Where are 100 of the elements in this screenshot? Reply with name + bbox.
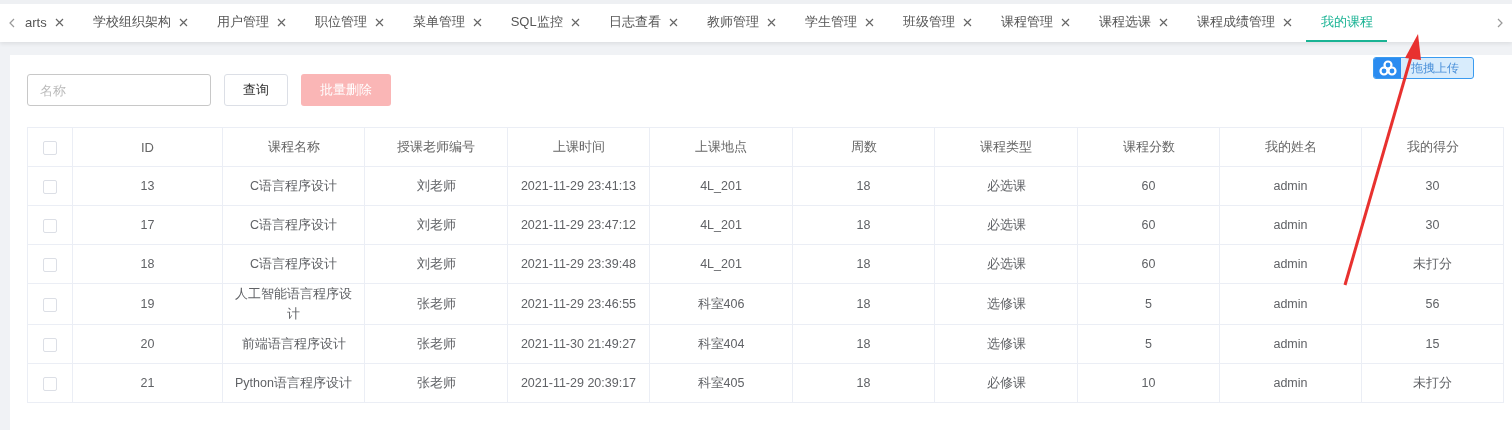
tab[interactable]: 班级管理 (887, 4, 986, 42)
table-cell: 60 (1077, 244, 1220, 284)
table-cell: 2021-11-29 23:46:55 (507, 283, 650, 325)
column-header: 课程类型 (934, 127, 1078, 167)
row-checkbox[interactable] (43, 376, 57, 391)
table-cell: 18 (792, 166, 935, 206)
table-cell: 刘老师 (364, 205, 508, 245)
close-icon[interactable] (1282, 17, 1292, 27)
table-cell: admin (1219, 363, 1362, 403)
table-cell: 17 (72, 205, 223, 245)
column-header: 课程分数 (1077, 127, 1220, 167)
table-cell: 18 (792, 324, 935, 364)
table-cell: 必选课 (934, 166, 1078, 206)
table-cell: 15 (1361, 324, 1504, 364)
table-cell: 2021-11-30 21:49:27 (507, 324, 650, 364)
table-cell: 必修课 (934, 363, 1078, 403)
table-cell: 刘老师 (364, 244, 508, 284)
row-checkbox[interactable] (43, 179, 57, 194)
tab[interactable]: 学生管理 (789, 4, 888, 42)
tab[interactable]: 教师管理 (691, 4, 790, 42)
table-cell: 科室406 (649, 283, 793, 325)
table-cell: admin (1219, 283, 1362, 325)
table-cell: 18 (72, 244, 223, 284)
tab[interactable]: 课程选课 (1083, 4, 1182, 42)
query-button[interactable]: 查询 (224, 74, 288, 106)
column-header: 上课地点 (649, 127, 793, 167)
table-cell: 60 (1077, 205, 1220, 245)
table-cell: 4L_201 (649, 205, 793, 245)
tab[interactable]: 学校组织架构 (77, 4, 202, 42)
chevron-right-icon[interactable] (1497, 18, 1503, 28)
table-cell: 18 (792, 244, 935, 284)
table-cell: 刘老师 (364, 166, 508, 206)
table-cell: C语言程序设计 (222, 166, 365, 206)
table-cell: 13 (72, 166, 223, 206)
tab[interactable]: 课程成绩管理 (1181, 4, 1306, 42)
tab[interactable]: SQL监控 (495, 4, 594, 42)
column-header: 我的姓名 (1219, 127, 1362, 167)
select-all-checkbox[interactable] (43, 140, 57, 155)
column-header: 授课老师编号 (364, 127, 508, 167)
close-icon[interactable] (864, 17, 874, 27)
column-header: 课程名称 (222, 127, 365, 167)
table-cell: 张老师 (364, 324, 508, 364)
table-cell: 2021-11-29 23:47:12 (507, 205, 650, 245)
table-cell: admin (1219, 166, 1362, 206)
table-cell: Python语言程序设计 (222, 363, 365, 403)
table-cell: 2021-11-29 20:39:17 (507, 363, 650, 403)
table-cell: 张老师 (364, 363, 508, 403)
table-cell: 10 (1077, 363, 1220, 403)
tab[interactable]: 用户管理 (201, 4, 300, 42)
table-cell: 人工智能语言程序设计 (222, 283, 365, 325)
table-cell: 2021-11-29 23:39:48 (507, 244, 650, 284)
table-cell: 19 (72, 283, 223, 325)
table-cell: 5 (1077, 283, 1220, 325)
close-icon[interactable] (374, 17, 384, 27)
row-checkbox[interactable] (43, 297, 57, 312)
row-checkbox[interactable] (43, 257, 57, 272)
table-cell: 科室405 (649, 363, 793, 403)
table-cell: 60 (1077, 166, 1220, 206)
table-cell: 未打分 (1361, 363, 1504, 403)
close-icon[interactable] (1158, 17, 1168, 27)
close-icon[interactable] (54, 17, 64, 27)
table-cell: 必选课 (934, 205, 1078, 245)
table-cell: 4L_201 (649, 166, 793, 206)
search-field[interactable]: 名称 (27, 74, 211, 106)
close-icon[interactable] (668, 17, 678, 27)
table-cell: 56 (1361, 283, 1504, 325)
close-icon[interactable] (766, 17, 776, 27)
table-cell: 18 (792, 363, 935, 403)
column-header: ID (72, 127, 223, 167)
tab[interactable]: 职位管理 (299, 4, 398, 42)
table-cell: 18 (792, 205, 935, 245)
table-cell: admin (1219, 205, 1362, 245)
table-cell: admin (1219, 324, 1362, 364)
table-cell: 30 (1361, 166, 1504, 206)
table-cell: 18 (792, 283, 935, 325)
table-cell: C语言程序设计 (222, 244, 365, 284)
column-header: 上课时间 (507, 127, 650, 167)
close-icon[interactable] (570, 17, 580, 27)
close-icon[interactable] (1060, 17, 1070, 27)
chevron-left-icon[interactable] (9, 18, 15, 28)
table-cell: 张老师 (364, 283, 508, 325)
table-cell: 选修课 (934, 324, 1078, 364)
cloud-icon (1378, 60, 1397, 76)
close-icon[interactable] (472, 17, 482, 27)
column-header: 周数 (792, 127, 935, 167)
tab[interactable]: 菜单管理 (397, 4, 496, 42)
close-icon[interactable] (276, 17, 286, 27)
table-cell: 前端语言程序设计 (222, 324, 365, 364)
close-icon[interactable] (178, 17, 188, 27)
row-checkbox[interactable] (43, 337, 57, 352)
table-cell: 科室404 (649, 324, 793, 364)
close-icon[interactable] (962, 17, 972, 27)
tab[interactable]: 日志查看 (593, 4, 692, 42)
table-cell: 必选课 (934, 244, 1078, 284)
table-cell: 未打分 (1361, 244, 1504, 284)
tab[interactable]: arts (24, 4, 78, 42)
table-cell: 2021-11-29 23:41:13 (507, 166, 650, 206)
row-checkbox[interactable] (43, 218, 57, 233)
table-cell: 20 (72, 324, 223, 364)
tab[interactable]: 课程管理 (985, 4, 1084, 42)
